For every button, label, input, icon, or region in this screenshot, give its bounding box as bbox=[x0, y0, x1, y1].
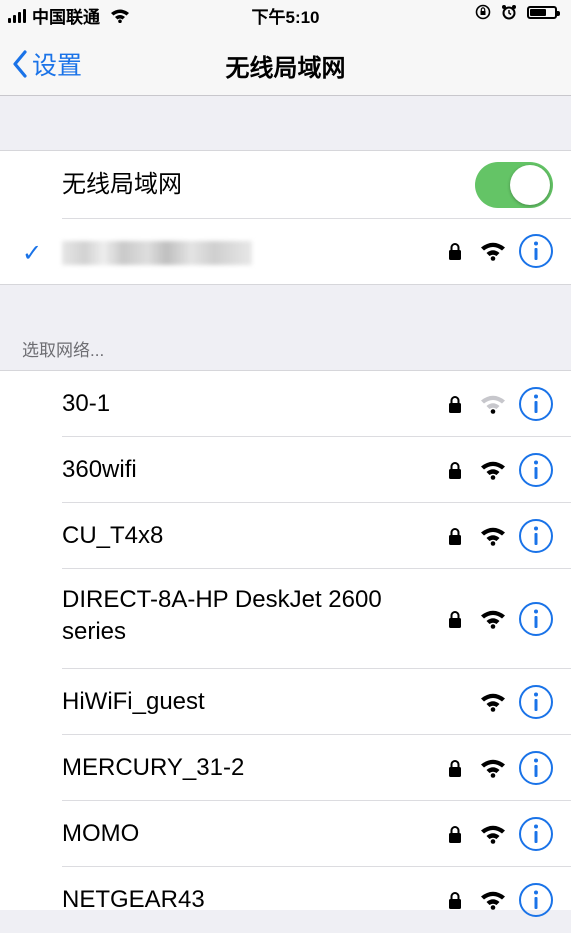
wifi-signal-icon bbox=[481, 693, 505, 712]
network-row[interactable]: CU_T4x8 bbox=[0, 503, 571, 569]
alarm-icon bbox=[502, 5, 516, 20]
lock-icon bbox=[449, 826, 461, 843]
toggle-knob bbox=[510, 165, 550, 205]
wifi-signal-icon bbox=[481, 395, 505, 414]
info-icon[interactable] bbox=[518, 601, 554, 637]
info-icon[interactable] bbox=[518, 386, 554, 422]
wifi-signal-icon bbox=[481, 825, 505, 844]
wifi-signal-icon bbox=[481, 242, 505, 261]
info-icon[interactable] bbox=[518, 452, 554, 488]
battery-icon bbox=[527, 5, 560, 19]
network-name: 360wifi bbox=[62, 456, 137, 483]
network-name: 30-1 bbox=[62, 390, 111, 417]
wifi-signal-icon bbox=[481, 461, 505, 480]
lock-icon bbox=[449, 462, 461, 479]
info-icon[interactable] bbox=[518, 816, 554, 852]
network-status-icons bbox=[448, 816, 554, 852]
network-row[interactable]: 360wifi bbox=[0, 437, 571, 503]
page-title: 无线局域网 bbox=[225, 55, 346, 82]
lock-icon bbox=[449, 528, 461, 545]
network-name: MERCURY_31-2 bbox=[62, 754, 245, 781]
info-icon[interactable] bbox=[518, 518, 554, 554]
network-status-icons bbox=[448, 601, 554, 637]
status-bar: 中国联通 下午5:10 bbox=[0, 0, 571, 28]
info-icon[interactable] bbox=[518, 750, 554, 786]
navigation-bar: 设置 无线局域网 bbox=[0, 28, 571, 96]
wifi-signal-icon bbox=[481, 527, 505, 546]
network-list: 30-1 360wifi CU_T4x8 DIRECT-8A-HP DeskJet 2… bbox=[0, 370, 571, 917]
network-status-icons bbox=[448, 452, 554, 488]
wifi-settings-group: 无线局域网 ✓ bbox=[0, 150, 571, 285]
network-name: NETGEAR43 bbox=[62, 886, 205, 913]
info-icon[interactable] bbox=[518, 882, 554, 918]
network-status-icons bbox=[448, 750, 554, 786]
network-name-line1: DIRECT-8A-HP DeskJet 2600 bbox=[62, 586, 382, 613]
network-name: HiWiFi_guest bbox=[62, 688, 205, 715]
network-name: DIRECT-8A-HP DeskJet 2600 series bbox=[62, 584, 382, 648]
network-row[interactable]: HiWiFi_guest bbox=[0, 669, 571, 735]
checkmark-icon: ✓ bbox=[22, 240, 43, 267]
info-icon[interactable] bbox=[518, 233, 554, 269]
network-status-icons bbox=[448, 684, 554, 720]
lock-icon bbox=[449, 243, 461, 260]
network-status-icons bbox=[448, 518, 554, 554]
network-status-icons bbox=[448, 386, 554, 422]
wifi-toggle-label: 无线局域网 bbox=[62, 171, 182, 198]
lock-icon bbox=[449, 611, 461, 628]
rotation-lock-icon bbox=[475, 4, 491, 20]
lock-icon bbox=[449, 892, 461, 909]
wifi-signal-icon bbox=[481, 610, 505, 629]
network-name-line2: series bbox=[62, 618, 127, 645]
lock-icon bbox=[449, 760, 461, 777]
connected-network-row[interactable]: ✓ bbox=[0, 219, 571, 284]
network-name: CU_T4x8 bbox=[62, 522, 164, 549]
network-row[interactable]: DIRECT-8A-HP DeskJet 2600 series bbox=[0, 569, 571, 669]
wifi-signal-icon bbox=[481, 759, 505, 778]
wifi-toggle-row: 无线局域网 bbox=[0, 151, 571, 219]
network-row[interactable]: 30-1 bbox=[0, 371, 571, 437]
wifi-toggle-switch[interactable] bbox=[475, 162, 553, 208]
network-status-icons bbox=[448, 233, 554, 269]
wifi-signal-icon bbox=[481, 891, 505, 910]
network-status-icons bbox=[448, 882, 554, 918]
network-row[interactable]: MOMO bbox=[0, 801, 571, 867]
network-row[interactable]: MERCURY_31-2 bbox=[0, 735, 571, 801]
info-icon[interactable] bbox=[518, 684, 554, 720]
lock-icon bbox=[449, 396, 461, 413]
network-row[interactable]: NETGEAR43 bbox=[0, 867, 571, 933]
section-header: 选取网络... bbox=[22, 341, 105, 360]
connected-network-name-obscured bbox=[62, 241, 252, 265]
network-name: MOMO bbox=[62, 820, 140, 847]
